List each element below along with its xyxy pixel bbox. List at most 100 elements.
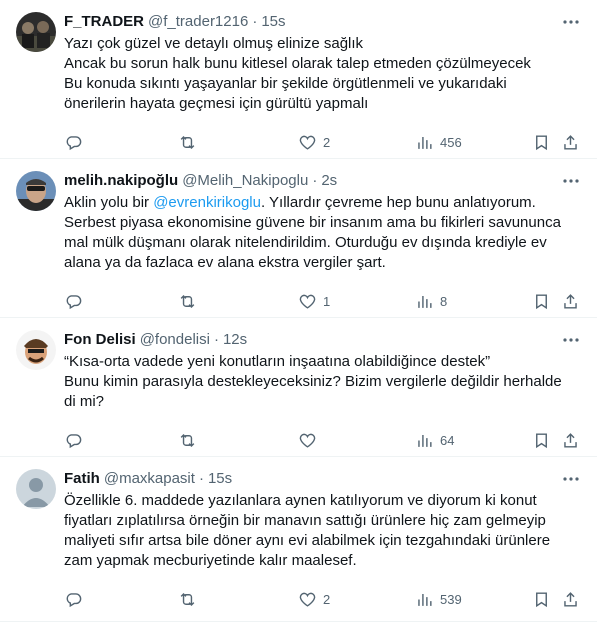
tweet[interactable]: Fatih @maxkapasit · 15s Özellikle 6. mad… xyxy=(0,457,597,622)
retweet-button[interactable] xyxy=(178,420,197,460)
tweet[interactable]: Fon Delisi @fondelisi · 12s “Kısa-orta v… xyxy=(0,318,597,457)
bookmark-icon xyxy=(536,293,547,309)
tweet-header: melih.nakipoğlu @Melih_Nakipoglu · 2s xyxy=(64,171,581,191)
share-icon xyxy=(564,591,577,607)
text-line: zam yapmak mecburiyetinde kalır maalesef… xyxy=(64,552,357,569)
views-button[interactable]: 64 xyxy=(415,420,454,460)
reply-icon xyxy=(66,135,82,150)
heart-icon xyxy=(299,135,316,150)
bookmark-button[interactable] xyxy=(532,420,551,460)
text-line: Bunu kimin parasıyla destekleyeceksiniz?… xyxy=(64,373,562,390)
text-line: Yazı çok güzel ve detaylı olmuş elinize … xyxy=(64,35,364,52)
bookmark-icon xyxy=(536,591,547,607)
reply-icon xyxy=(66,433,82,448)
views-icon xyxy=(418,434,432,447)
like-count: 1 xyxy=(323,293,331,309)
user-name[interactable]: Fatih xyxy=(64,469,100,489)
avatar[interactable] xyxy=(16,171,56,211)
user-name[interactable]: Fon Delisi xyxy=(64,330,136,350)
tweet-header: Fatih @maxkapasit · 15s xyxy=(64,469,581,489)
separator-dot: · xyxy=(252,13,258,30)
like-count: 2 xyxy=(323,591,331,607)
share-button[interactable] xyxy=(561,579,580,619)
avatar[interactable] xyxy=(16,469,56,509)
retweet-icon xyxy=(180,433,195,447)
views-button[interactable]: 539 xyxy=(415,579,462,619)
reply-button[interactable] xyxy=(64,281,83,321)
user-handle[interactable]: @f_trader1216 xyxy=(148,12,248,32)
avatar[interactable] xyxy=(16,12,56,52)
tweet[interactable]: F_TRADER @f_trader1216 · 15s Yazı çok gü… xyxy=(0,0,597,159)
more-dots-icon[interactable] xyxy=(561,12,581,32)
more-dots-icon[interactable] xyxy=(561,171,581,191)
user-handle[interactable]: @fondelisi xyxy=(140,330,210,350)
view-count: 456 xyxy=(440,134,462,150)
retweet-icon xyxy=(180,135,195,149)
view-count: 64 xyxy=(440,432,455,448)
text-line: Ancak bu sorun halk bunu kitlesel olarak… xyxy=(64,55,531,72)
timestamp[interactable]: 15s xyxy=(208,469,232,489)
like-button[interactable] xyxy=(298,420,323,460)
reply-button[interactable] xyxy=(64,122,83,162)
bookmark-button[interactable] xyxy=(532,579,551,619)
tweet[interactable]: melih.nakipoğlu @Melih_Nakipoglu · 2s Ak… xyxy=(0,159,597,318)
separator-dot: · xyxy=(312,172,318,189)
heart-icon xyxy=(299,294,316,309)
share-button[interactable] xyxy=(561,281,580,321)
tweet-header: Fon Delisi @fondelisi · 12s xyxy=(64,330,581,350)
retweet-icon xyxy=(180,592,195,606)
more-dots-icon[interactable] xyxy=(561,469,581,489)
timestamp[interactable]: 15s xyxy=(261,12,285,32)
views-button[interactable]: 456 xyxy=(415,122,462,162)
tweet-actions: 64 xyxy=(64,420,581,460)
text-line: Serbest piyasa ekonomisine güvene bir in… xyxy=(64,214,561,231)
like-button[interactable]: 2 xyxy=(298,579,330,619)
user-name[interactable]: melih.nakipoğlu xyxy=(64,171,178,191)
view-count: 8 xyxy=(440,293,448,309)
reply-button[interactable] xyxy=(64,579,83,619)
tweet-feed: F_TRADER @f_trader1216 · 15s Yazı çok gü… xyxy=(0,0,597,622)
bookmark-button[interactable] xyxy=(532,122,551,162)
like-count: 2 xyxy=(323,134,331,150)
text-line: di mi? xyxy=(64,393,105,410)
view-count: 539 xyxy=(440,591,462,607)
text-segment: Aklin yolu bir xyxy=(64,194,154,211)
share-button[interactable] xyxy=(561,122,580,162)
text-segment: . Yıllardır çevreme hep bunu anlatıyorum… xyxy=(260,194,536,211)
tweet-actions: 2 539 xyxy=(64,579,581,619)
timestamp[interactable]: 12s xyxy=(223,330,247,350)
tweet-text: Yazı çok güzel ve detaylı olmuş elinize … xyxy=(64,34,581,114)
reply-button[interactable] xyxy=(64,420,83,460)
share-icon xyxy=(564,293,577,309)
text-line: önerilerin hayata geçmesi için gürültü y… xyxy=(64,95,369,112)
mention-link[interactable]: @evrenkirikoglu xyxy=(153,194,261,211)
more-dots-icon[interactable] xyxy=(561,330,581,350)
reply-icon xyxy=(66,294,82,309)
like-button[interactable]: 2 xyxy=(298,122,330,162)
share-icon xyxy=(564,432,577,448)
text-line: “Kısa-orta vadede yeni konutların inşaat… xyxy=(64,353,491,370)
bookmark-icon xyxy=(536,134,547,150)
retweet-button[interactable] xyxy=(178,281,197,321)
views-button[interactable]: 8 xyxy=(415,281,447,321)
heart-icon xyxy=(299,592,316,607)
tweet-actions: 1 8 xyxy=(64,281,581,321)
user-handle[interactable]: @maxkapasit xyxy=(104,469,195,489)
text-line: Aklin yolu bir @evrenkirikoglu. Yıllardı… xyxy=(64,193,565,213)
views-icon xyxy=(418,295,432,308)
retweet-button[interactable] xyxy=(178,122,197,162)
avatar[interactable] xyxy=(16,330,56,370)
text-line: mal mülk düşmanı olarak nitelendirildim.… xyxy=(64,234,547,251)
user-name[interactable]: F_TRADER xyxy=(64,12,144,32)
retweet-button[interactable] xyxy=(178,579,197,619)
like-button[interactable]: 1 xyxy=(298,281,330,321)
tweet-text: “Kısa-orta vadede yeni konutların inşaat… xyxy=(64,352,581,412)
tweet-actions: 2 456 xyxy=(64,122,581,162)
bookmark-button[interactable] xyxy=(532,281,551,321)
separator-dot: · xyxy=(198,470,204,487)
tweet-header: F_TRADER @f_trader1216 · 15s xyxy=(64,12,581,32)
user-handle[interactable]: @Melih_Nakipoglu xyxy=(182,171,308,191)
share-button[interactable] xyxy=(561,420,580,460)
timestamp[interactable]: 2s xyxy=(321,171,337,191)
separator-dot: · xyxy=(213,331,219,348)
